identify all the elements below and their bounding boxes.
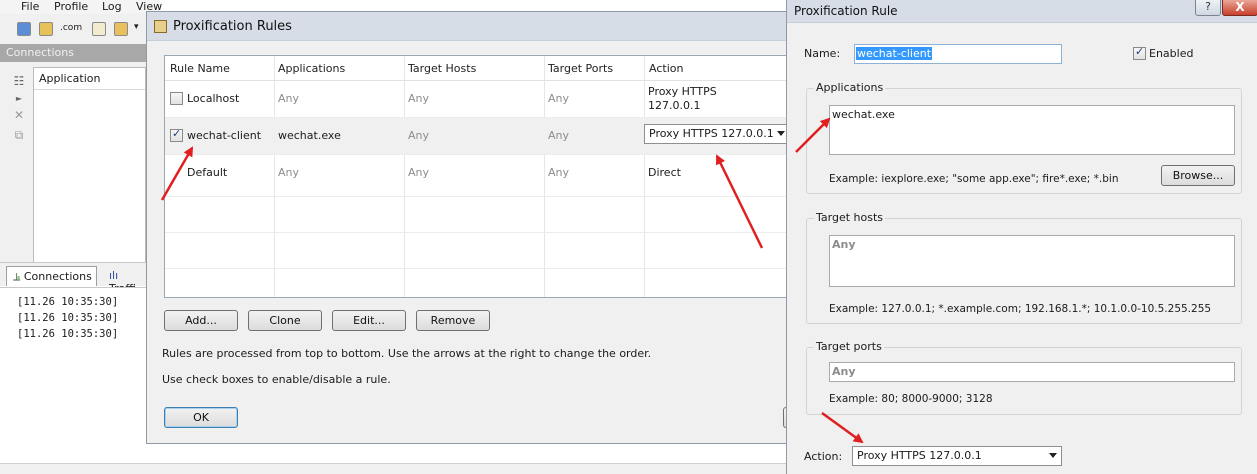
enabled-label: Enabled <box>1149 47 1194 60</box>
detach-icon[interactable]: ⧉ <box>12 128 26 142</box>
column-header-action[interactable]: Action <box>649 62 683 75</box>
rules-order-info: Rules are processed from top to bottom. … <box>162 347 652 360</box>
new-profile-icon[interactable] <box>17 22 31 36</box>
toolbar: .com ▾ <box>0 14 146 44</box>
rule-dialog-titlebar[interactable]: Proxification Rule ? X <box>787 0 1257 23</box>
target-hosts-input[interactable]: Any <box>829 235 1235 287</box>
rule-applications: Any <box>278 166 300 179</box>
list-view-icon[interactable]: ☷ <box>12 74 26 88</box>
rule-row-default[interactable]: Default Any Any Any Direct <box>165 155 788 191</box>
rule-action: Direct <box>648 166 681 179</box>
column-header-rule-name[interactable]: Rule Name <box>170 62 230 75</box>
menu-profile[interactable]: Profile <box>54 0 88 13</box>
target-hosts-group: Target hosts Any Example: 127.0.0.1; *.e… <box>806 211 1242 324</box>
rule-target-ports: Any <box>548 92 570 105</box>
name-resolution-icon[interactable]: .com <box>60 23 82 33</box>
status-bar <box>0 463 790 474</box>
rules-checkbox-info: Use check boxes to enable/disable a rule… <box>162 373 391 386</box>
rule-target-ports: Any <box>548 166 570 179</box>
applications-example: Example: iexplore.exe; "some app.exe"; f… <box>829 173 1119 185</box>
tab-connections-label: Connections <box>23 270 92 283</box>
name-label: Name: <box>804 47 841 60</box>
rules-dialog-icon <box>154 20 167 33</box>
expand-arrow-icon[interactable]: ► <box>12 92 26 106</box>
target-ports-example: Example: 80; 8000-9000; 3128 <box>829 393 993 405</box>
applications-group: Applications wechat.exe Example: iexplor… <box>806 81 1242 194</box>
rule-action-line2: 127.0.0.1 <box>648 99 701 112</box>
remove-rule-button[interactable]: Remove <box>416 310 490 331</box>
log-area: [11.26 10:35:30] [11.26 10:35:30] [11.26… <box>0 287 146 462</box>
application-column-header[interactable]: Application <box>34 68 145 90</box>
action-label: Action: <box>804 450 843 463</box>
rule-applications: wechat.exe <box>278 129 341 142</box>
menu-bar: File Profile Log View <box>0 0 162 14</box>
rule-name: wechat-client <box>187 129 262 142</box>
traffic-tab-icon: ılı <box>109 269 119 282</box>
rule-dialog-title: Proxification Rule <box>794 4 898 18</box>
target-ports-group: Target ports Any Example: 80; 8000-9000;… <box>806 340 1242 415</box>
column-header-applications[interactable]: Applications <box>278 62 345 75</box>
close-button[interactable]: X <box>1222 0 1257 16</box>
menu-log[interactable]: Log <box>102 0 122 13</box>
action-value: Proxy HTTPS 127.0.0.1 <box>857 449 982 462</box>
rule-action-value: Proxy HTTPS 127.0.0.1 <box>649 127 774 140</box>
row-divider <box>165 232 788 233</box>
help-button[interactable]: ? <box>1195 0 1221 16</box>
bottom-tabs: ⫡ Connections ılı Traffi <box>0 262 146 295</box>
rules-table[interactable]: Rule Name Applications Target Hosts Targ… <box>164 55 790 298</box>
menu-file[interactable]: File <box>21 0 39 13</box>
connections-header: Connections <box>0 44 146 62</box>
applications-input[interactable]: wechat.exe <box>829 105 1235 155</box>
browse-button[interactable]: Browse... <box>1161 165 1235 186</box>
target-ports-label: Target ports <box>814 340 884 353</box>
log-line: [11.26 10:35:30] <box>17 312 119 324</box>
clone-rule-button[interactable]: Clone <box>248 310 322 331</box>
folder-icon[interactable] <box>114 22 128 36</box>
rule-name: Default <box>187 166 228 179</box>
row-divider <box>165 268 788 269</box>
target-hosts-label: Target hosts <box>814 211 886 224</box>
rule-row-wechat-client[interactable]: wechat-client wechat.exe Any Any Proxy H… <box>165 118 790 154</box>
ok-button[interactable]: OK <box>164 407 238 428</box>
dropdown-arrow-icon[interactable]: ▾ <box>134 22 139 32</box>
rule-target-hosts: Any <box>408 129 430 142</box>
applications-label: Applications <box>814 81 886 94</box>
row-divider <box>165 196 788 197</box>
rule-target-hosts: Any <box>408 166 430 179</box>
connections-tab-icon: ⫡ <box>13 270 21 283</box>
proxification-rule-dialog: Proxification Rule ? X Name: wechat-clie… <box>786 0 1257 474</box>
rule-name: Localhost <box>187 92 240 105</box>
rules-dialog-title: Proxification Rules <box>173 19 292 34</box>
proxy-servers-icon[interactable] <box>39 22 53 36</box>
add-rule-button[interactable]: Add... <box>164 310 238 331</box>
log-line: [11.26 10:35:30] <box>17 328 119 340</box>
rule-action-line1: Proxy HTTPS <box>648 85 717 98</box>
tab-traffic[interactable]: ılı Traffi <box>103 266 146 295</box>
enabled-checkbox[interactable] <box>1133 45 1146 60</box>
rule-enabled-checkbox[interactable] <box>170 92 183 105</box>
document-icon[interactable] <box>92 22 106 36</box>
rule-name-value: wechat-client <box>856 47 933 60</box>
connections-list[interactable]: Application <box>33 67 146 263</box>
chevron-down-icon <box>777 131 785 136</box>
action-select[interactable]: Proxy HTTPS 127.0.0.1 <box>852 446 1062 466</box>
close-connection-icon[interactable]: ✕ <box>12 108 26 122</box>
column-header-target-ports[interactable]: Target Ports <box>548 62 613 75</box>
rule-enabled-checkbox[interactable] <box>170 127 183 142</box>
log-line: [11.26 10:35:30] <box>17 296 119 308</box>
rules-dialog-titlebar[interactable]: Proxification Rules <box>147 12 787 41</box>
chevron-down-icon <box>1049 453 1057 458</box>
tab-connections[interactable]: ⫡ Connections <box>6 266 97 286</box>
target-ports-input[interactable]: Any <box>829 362 1235 382</box>
edit-rule-button[interactable]: Edit... <box>332 310 406 331</box>
proxification-rules-dialog: Proxification Rules Rule Name Applicatio… <box>146 11 791 444</box>
rule-target-hosts: Any <box>408 92 430 105</box>
rule-row-localhost[interactable]: Localhost Any Any Any Proxy HTTPS 127.0.… <box>165 81 788 117</box>
rule-applications: Any <box>278 92 300 105</box>
rule-target-ports: Any <box>548 129 570 142</box>
rule-action-select[interactable]: Proxy HTTPS 127.0.0.1 <box>644 124 790 144</box>
rule-name-input[interactable]: wechat-client <box>854 44 1062 64</box>
target-hosts-example: Example: 127.0.0.1; *.example.com; 192.1… <box>829 303 1212 315</box>
column-header-target-hosts[interactable]: Target Hosts <box>408 62 476 75</box>
